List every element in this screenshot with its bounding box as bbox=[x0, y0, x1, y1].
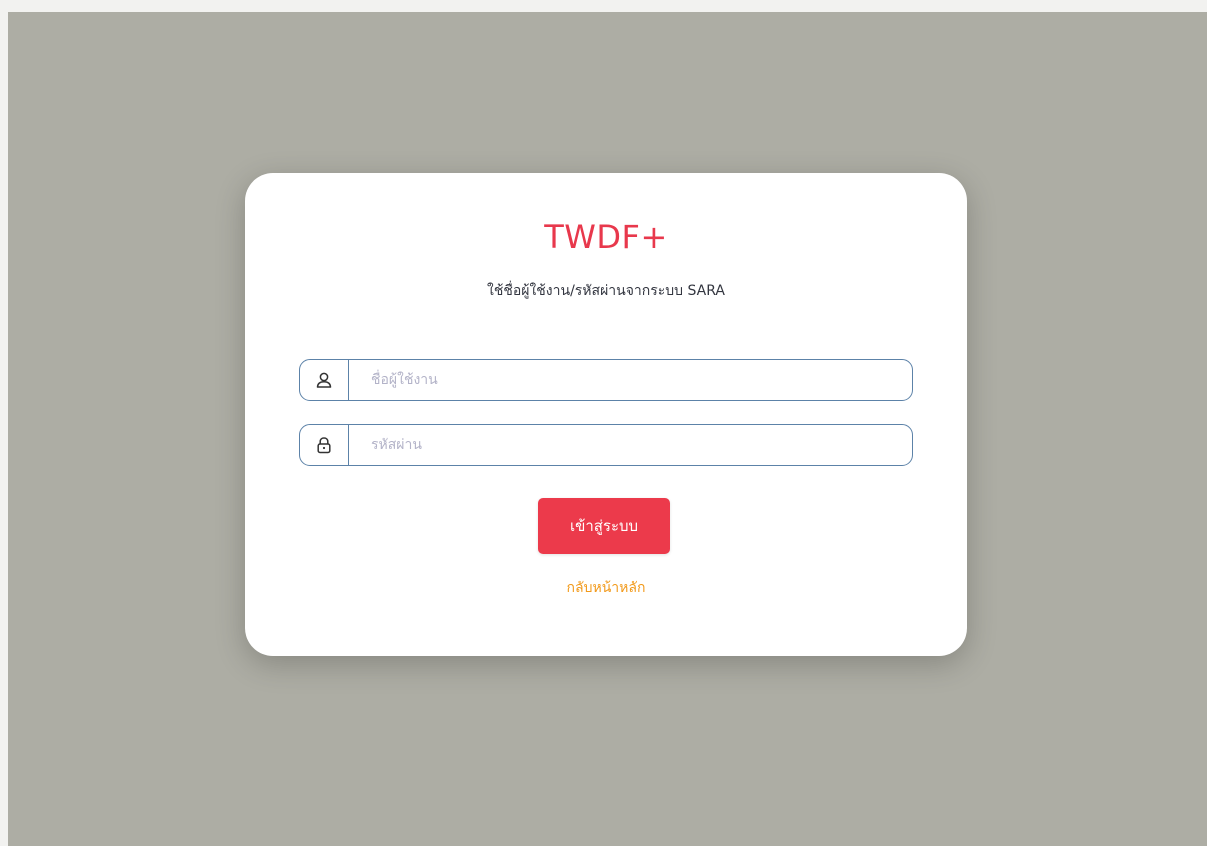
login-card: TWDF+ ใช้ชื่อผู้ใช้งาน/รหัสผ่านจากระบบ S… bbox=[245, 173, 967, 656]
username-input[interactable] bbox=[349, 360, 912, 400]
login-subtitle: ใช้ชื่อผู้ใช้งาน/รหัสผ่านจากระบบ SARA bbox=[487, 283, 725, 299]
user-icon bbox=[300, 360, 349, 400]
back-link-label: กลับหน้าหลัก bbox=[566, 580, 646, 596]
app-title: TWDF+ bbox=[544, 218, 668, 256]
login-button[interactable]: เข้าสู่ระบบ bbox=[538, 498, 670, 554]
back-to-home-link[interactable]: กลับหน้าหลัก bbox=[245, 578, 967, 598]
lock-icon bbox=[300, 425, 349, 465]
username-field bbox=[299, 359, 913, 401]
password-input[interactable] bbox=[349, 425, 912, 465]
password-field bbox=[299, 424, 913, 466]
